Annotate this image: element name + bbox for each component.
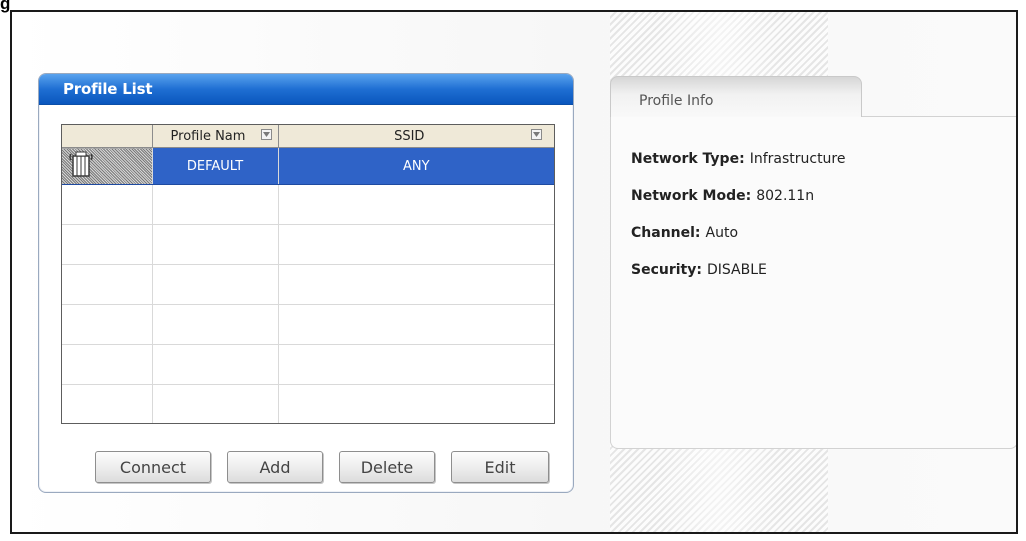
table-row xyxy=(62,264,554,305)
profile-actions: Connect Add Delete Edit xyxy=(95,451,549,483)
delete-button[interactable]: Delete xyxy=(339,451,435,483)
security-row: Security: DISABLE xyxy=(631,262,767,278)
security-value: DISABLE xyxy=(706,262,767,278)
channel-value: Auto xyxy=(705,225,739,241)
channel-label: Channel: xyxy=(631,225,701,241)
sort-dropdown-icon[interactable] xyxy=(531,129,542,140)
table-row xyxy=(62,224,554,265)
network-type-value: Infrastructure xyxy=(749,151,846,167)
column-header-profile-name[interactable]: Profile Nam xyxy=(152,125,279,148)
table-row xyxy=(62,304,554,345)
ap-tower-icon xyxy=(69,151,93,177)
profile-table: Profile Nam SSID DEFAULT ANY xyxy=(61,124,555,424)
column-header-ssid-label: SSID xyxy=(394,128,425,144)
app-window: Profile List Profile Nam SSID DEFAULT AN… xyxy=(10,10,1018,534)
network-mode-row: Network Mode: 802.11n xyxy=(631,188,814,204)
profile-info-panel: Network Type: Infrastructure Network Mode… xyxy=(610,116,1016,449)
column-header-icon xyxy=(62,125,153,148)
network-type-label: Network Type: xyxy=(631,151,745,167)
add-button[interactable]: Add xyxy=(227,451,323,483)
connect-button[interactable]: Connect xyxy=(95,451,211,483)
channel-row: Channel: Auto xyxy=(631,225,738,241)
edit-button[interactable]: Edit xyxy=(451,451,549,483)
table-row xyxy=(62,384,554,423)
security-label: Security: xyxy=(631,262,702,278)
row-icon-cell xyxy=(62,147,153,185)
table-row xyxy=(62,184,554,225)
column-header-profile-name-label: Profile Nam xyxy=(170,128,246,144)
network-mode-label: Network Mode: xyxy=(631,188,752,204)
ssid-cell: ANY xyxy=(278,147,554,185)
profile-list-panel: Profile List Profile Nam SSID DEFAULT AN… xyxy=(38,73,574,493)
profile-name-cell: DEFAULT xyxy=(152,147,279,185)
sort-dropdown-icon[interactable] xyxy=(260,129,272,140)
network-type-row: Network Type: Infrastructure xyxy=(631,151,846,167)
network-mode-value: 802.11n xyxy=(756,188,815,204)
figure-label: g xyxy=(0,0,11,13)
tab-profile-info[interactable]: Profile Info xyxy=(610,76,862,120)
tab-profile-info-label: Profile Info xyxy=(639,93,714,109)
profile-list-title: Profile List xyxy=(39,74,573,105)
table-row xyxy=(62,344,554,385)
table-row[interactable]: DEFAULT ANY xyxy=(62,147,554,185)
column-header-ssid[interactable]: SSID xyxy=(278,125,554,148)
